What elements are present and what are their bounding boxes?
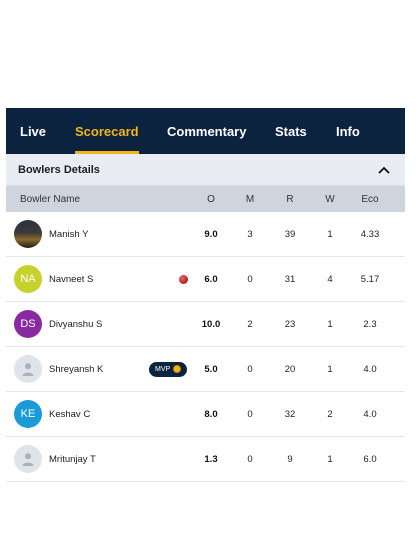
- cricket-ball-icon: [179, 274, 188, 284]
- table-row[interactable]: NA Navneet S 6.0 0 31 4 5.17: [6, 257, 405, 302]
- economy-cell: 6.0: [363, 453, 377, 465]
- maidens-cell: 0: [247, 453, 253, 465]
- table-row[interactable]: Manish Y 9.0 3 39 1 4.33: [6, 212, 405, 257]
- scorecard-card: Live Scorecard Commentary Stats Info Bow…: [6, 108, 405, 482]
- tab-commentary[interactable]: Commentary: [167, 108, 246, 154]
- avatar: DS: [14, 310, 42, 338]
- bowler-name[interactable]: Keshav C: [49, 409, 90, 420]
- overs-cell: 6.0: [204, 273, 218, 285]
- section-title: Bowlers Details: [18, 163, 100, 176]
- table-row[interactable]: KE Keshav C 8.0 0 32 2 4.0: [6, 392, 405, 437]
- economy-cell: 5.17: [360, 273, 380, 285]
- runs-cell: 9: [287, 453, 293, 465]
- avatar: [14, 220, 42, 248]
- bowler-name[interactable]: Mritunjay T: [49, 454, 96, 465]
- bowler-name[interactable]: Navneet S: [49, 274, 93, 285]
- overs-cell: 5.0: [204, 363, 218, 375]
- person-placeholder-icon: [14, 445, 42, 473]
- wickets-cell: 1: [327, 318, 333, 330]
- match-tabs: Live Scorecard Commentary Stats Info: [6, 108, 405, 154]
- table-header: Bowler Name O M R W Eco: [6, 186, 405, 212]
- wickets-cell: 2: [327, 408, 333, 420]
- overs-cell: 9.0: [204, 228, 218, 240]
- mvp-badge: MVP: [149, 361, 188, 377]
- bowlers-section-header[interactable]: Bowlers Details: [6, 154, 405, 186]
- col-runs: R: [286, 193, 294, 205]
- tab-info[interactable]: Info: [336, 108, 360, 154]
- bowler-name[interactable]: Divyanshu S: [49, 319, 102, 330]
- bowler-name[interactable]: Shreyansh K: [49, 364, 103, 375]
- economy-cell: 2.3: [363, 318, 377, 330]
- bowler-cell: Shreyansh K MVP: [6, 355, 192, 383]
- col-maidens: M: [245, 193, 255, 205]
- table-row[interactable]: DS Divyanshu S 10.0 2 23 1 2.3: [6, 302, 405, 347]
- mvp-label: MVP: [155, 365, 171, 373]
- maidens-cell: 0: [247, 273, 253, 285]
- table-row[interactable]: Mritunjay T 1.3 0 9 1 6.0: [6, 437, 405, 482]
- avatar: NA: [14, 265, 42, 293]
- maidens-cell: 2: [247, 318, 253, 330]
- wickets-cell: 1: [327, 228, 333, 240]
- runs-cell: 20: [284, 363, 296, 375]
- wickets-cell: 1: [327, 453, 333, 465]
- wickets-cell: 1: [327, 363, 333, 375]
- bowler-name[interactable]: Manish Y: [49, 229, 88, 240]
- wickets-cell: 4: [327, 273, 333, 285]
- tab-live[interactable]: Live: [20, 108, 46, 154]
- overs-cell: 8.0: [204, 408, 218, 420]
- economy-cell: 4.0: [363, 363, 377, 375]
- medal-icon: [173, 365, 182, 373]
- col-economy: Eco: [361, 193, 379, 205]
- avatar: KE: [14, 400, 42, 428]
- runs-cell: 31: [284, 273, 296, 285]
- bowler-cell: Manish Y: [6, 220, 192, 248]
- table-row[interactable]: Shreyansh K MVP 5.0 0 20 1 4.0: [6, 347, 405, 392]
- tab-scorecard[interactable]: Scorecard: [75, 108, 139, 154]
- bowlers-table-body: Manish Y 9.0 3 39 1 4.33 NA Navneet S 6.0 0 31 4 5.1…: [6, 212, 405, 482]
- maidens-cell: 0: [247, 408, 253, 420]
- bowler-cell: DS Divyanshu S: [6, 310, 192, 338]
- overs-cell: 1.3: [204, 453, 218, 465]
- col-wickets: W: [325, 193, 335, 205]
- chevron-up-icon[interactable]: [377, 163, 391, 177]
- bowler-cell: KE Keshav C: [6, 400, 192, 428]
- maidens-cell: 3: [247, 228, 253, 240]
- economy-cell: 4.0: [363, 408, 377, 420]
- bowler-cell: NA Navneet S: [6, 265, 192, 293]
- col-overs: O: [207, 193, 215, 205]
- maidens-cell: 0: [247, 363, 253, 375]
- runs-cell: 32: [284, 408, 296, 420]
- person-placeholder-icon: [14, 355, 42, 383]
- runs-cell: 23: [284, 318, 296, 330]
- col-bowler-name: Bowler Name: [20, 193, 81, 205]
- overs-cell: 10.0: [201, 318, 221, 330]
- bowler-cell: Mritunjay T: [6, 445, 192, 473]
- economy-cell: 4.33: [360, 228, 380, 240]
- tab-stats[interactable]: Stats: [275, 108, 307, 154]
- runs-cell: 39: [284, 228, 296, 240]
